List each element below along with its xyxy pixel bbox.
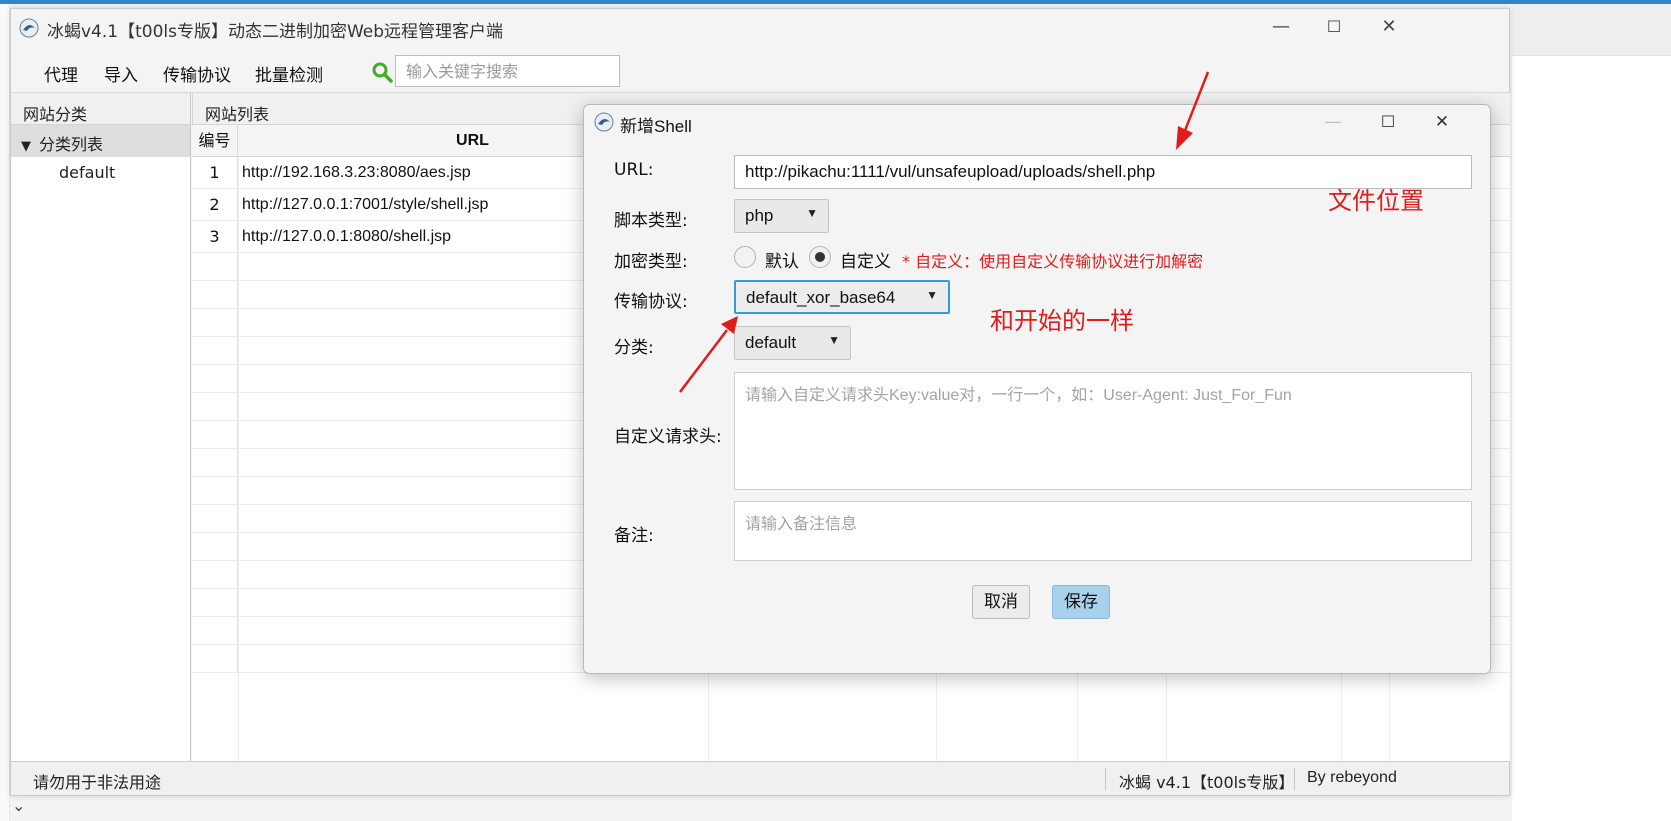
empty-cell (192, 281, 238, 308)
radio-default[interactable] (734, 246, 756, 268)
annotation-file-location: 文件位置 (1328, 187, 1424, 215)
menu-transport-protocol[interactable]: 传输协议 (163, 61, 231, 86)
close-button[interactable]: ✕ (1369, 13, 1409, 41)
encrypt-type-label: 加密类型: (614, 252, 688, 272)
empty-cell (192, 477, 238, 504)
empty-cell (192, 589, 238, 616)
save-button[interactable]: 保存 (1052, 585, 1110, 619)
category-label: 分类: (614, 338, 654, 358)
category-panel-header: 网站分类 (11, 93, 190, 125)
background-window (1512, 4, 1671, 821)
empty-cell (192, 253, 238, 280)
row-url: http://192.168.3.23:8080/aes.jsp (242, 164, 471, 181)
status-version: 冰蝎 v4.1【t00ls专版】 (1119, 773, 1295, 792)
tree-root-category-list[interactable]: ▼ 分类列表 (11, 125, 190, 157)
triangle-down-icon[interactable]: ▼ (21, 139, 31, 154)
row-num: 2 (192, 189, 238, 220)
cancel-button[interactable]: 取消 (972, 585, 1030, 619)
chevron-down-icon: ▼ (828, 333, 840, 347)
empty-cell (192, 645, 238, 672)
row-num: 1 (192, 157, 238, 188)
script-type-label: 脚本类型: (614, 211, 688, 231)
empty-cell (192, 533, 238, 560)
minimize-button[interactable]: — (1261, 13, 1301, 41)
headers-textarea[interactable] (734, 372, 1472, 490)
empty-cell (192, 337, 238, 364)
status-author: By rebeyond (1307, 769, 1397, 786)
column-header-num[interactable]: 编号 (192, 125, 238, 157)
dialog-maximize-button[interactable]: ☐ (1368, 109, 1408, 135)
url-label: URL: (614, 160, 654, 180)
encrypt-note: * 自定义：使用自定义传输协议进行加解密 (902, 252, 1204, 271)
desktop-top-line (0, 0, 1671, 4)
category-value: default (745, 333, 797, 352)
category-select[interactable]: default ▼ (734, 326, 851, 360)
chevron-down-icon: ▼ (806, 206, 818, 220)
scorpion-logo-icon (19, 18, 39, 38)
background-window-edge (0, 4, 10, 821)
radio-custom[interactable] (809, 246, 831, 268)
title-bar: 冰蝎v4.1【t00ls专版】动态二进制加密Web远程管理客户端 — ☐ ✕ (11, 9, 1509, 47)
chevron-down-icon[interactable]: ⌄ (12, 796, 25, 815)
window-title: 冰蝎v4.1【t00ls专版】动态二进制加密Web远程管理客户端 (47, 22, 504, 42)
status-warning: 请勿用于非法用途 (33, 773, 162, 792)
category-panel: 网站分类 ▼ 分类列表 default (11, 93, 191, 761)
empty-cell (192, 561, 238, 588)
empty-cell (192, 617, 238, 644)
headers-label: 自定义请求头: (614, 427, 722, 447)
status-bar: 请勿用于非法用途 冰蝎 v4.1【t00ls专版】 By rebeyond (11, 761, 1509, 795)
row-url: http://127.0.0.1:8080/shell.jsp (242, 228, 452, 245)
protocol-value: default_xor_base64 (746, 288, 896, 307)
maximize-button[interactable]: ☐ (1314, 13, 1354, 41)
radio-default-label[interactable]: 默认 (765, 247, 799, 272)
empty-cell (192, 365, 238, 392)
chevron-down-icon: ▼ (926, 288, 938, 302)
radio-custom-label[interactable]: 自定义 (840, 247, 891, 272)
dialog-title-bar: 新增Shell — ☐ ✕ (584, 105, 1490, 139)
tree-root-label: 分类列表 (39, 135, 104, 154)
row-url: http://127.0.0.1:7001/style/shell.jsp (242, 196, 489, 213)
menu-batch-check[interactable]: 批量检测 (255, 61, 323, 86)
menu-proxy[interactable]: 代理 (44, 61, 78, 86)
protocol-select[interactable]: default_xor_base64 ▼ (734, 280, 950, 314)
search-icon (372, 62, 393, 83)
dialog-title: 新增Shell (620, 117, 692, 136)
remark-textarea[interactable] (734, 501, 1472, 561)
dialog-close-button[interactable]: ✕ (1422, 109, 1462, 135)
empty-cell (192, 449, 238, 476)
menu-import[interactable]: 导入 (104, 61, 138, 86)
remark-label: 备注: (614, 526, 654, 546)
annotation-same-as-start: 和开始的一样 (990, 307, 1134, 335)
empty-cell (192, 393, 238, 420)
empty-cell (192, 309, 238, 336)
status-divider (1294, 768, 1295, 790)
dialog-minimize-button[interactable]: — (1313, 109, 1353, 135)
status-divider (1105, 768, 1106, 790)
tree-item-default[interactable]: default (11, 157, 190, 182)
empty-cell (192, 505, 238, 532)
script-type-select[interactable]: php ▼ (734, 199, 829, 233)
script-type-value: php (745, 206, 774, 225)
background-window-header (1512, 4, 1671, 56)
search-input[interactable] (395, 55, 620, 87)
protocol-label: 传输协议: (614, 292, 688, 312)
empty-cell (192, 421, 238, 448)
scorpion-logo-icon (594, 112, 614, 132)
menu-bar: 代理 导入 传输协议 批量检测 (11, 51, 1509, 93)
row-num: 3 (192, 221, 238, 252)
